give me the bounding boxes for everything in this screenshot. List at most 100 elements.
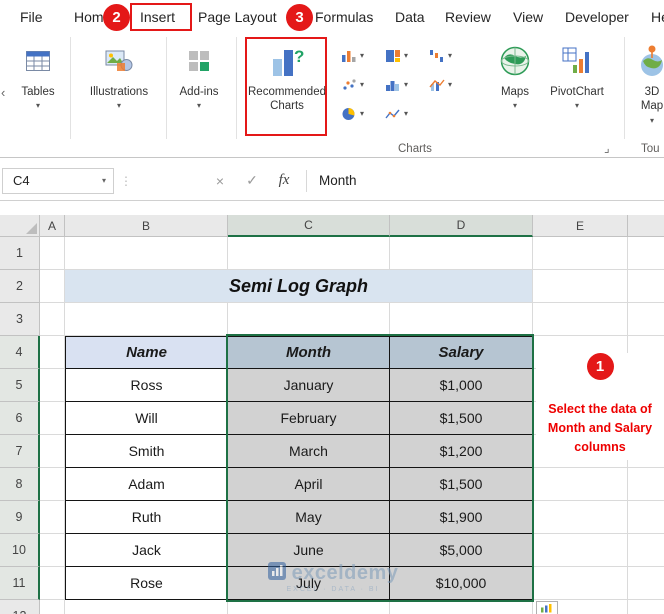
row-header-4[interactable]: 4 <box>0 336 40 369</box>
insert-waterfall-chart-button[interactable]: ▾ <box>426 41 470 70</box>
cell-salary[interactable]: $10,000 <box>390 567 533 600</box>
cell-salary[interactable]: $1,200 <box>390 435 533 468</box>
row-header-12[interactable]: 12 <box>0 600 40 614</box>
insert-hierarchy-chart-button[interactable]: ▾ <box>382 41 426 70</box>
enter-icon[interactable]: ✓ <box>236 172 268 189</box>
quick-analysis-icon[interactable] <box>536 601 558 614</box>
maps-button[interactable]: Maps ▾ <box>494 37 536 110</box>
col-header-c[interactable]: C <box>228 215 390 237</box>
cell[interactable] <box>533 567 628 600</box>
cell[interactable] <box>228 303 390 336</box>
cell-name[interactable]: Ross <box>65 369 228 402</box>
cell[interactable] <box>40 369 65 402</box>
cell[interactable] <box>390 600 533 614</box>
insert-scatter-chart-button[interactable]: ▾ <box>338 70 382 99</box>
row-header-3[interactable]: 3 <box>0 303 40 336</box>
title-cell[interactable]: Semi Log Graph <box>65 270 533 303</box>
cell-month[interactable]: June <box>228 534 390 567</box>
name-box[interactable]: C4 ▾ <box>2 167 114 194</box>
cell[interactable] <box>40 237 65 270</box>
cell-name[interactable]: Rose <box>65 567 228 600</box>
select-all-corner[interactable] <box>0 215 40 237</box>
cell[interactable] <box>40 567 65 600</box>
formula-bar-content[interactable]: Month <box>319 173 357 188</box>
row-header-2[interactable]: 2 <box>0 270 40 303</box>
row-header-7[interactable]: 7 <box>0 435 40 468</box>
cell-salary[interactable]: $1,900 <box>390 501 533 534</box>
name-box-splitter-icon[interactable]: ⋮ <box>120 174 132 188</box>
pivotchart-button[interactable]: PivotChart ▾ <box>541 37 613 110</box>
row-header-6[interactable]: 6 <box>0 402 40 435</box>
cell[interactable] <box>40 270 65 303</box>
cell[interactable] <box>40 435 65 468</box>
col-header-f[interactable] <box>628 215 664 237</box>
header-cell-salary[interactable]: Salary <box>390 336 533 369</box>
cell[interactable] <box>628 270 664 303</box>
tab-developer[interactable]: Developer <box>565 9 629 25</box>
cell[interactable] <box>228 600 390 614</box>
cell[interactable] <box>533 270 628 303</box>
cell[interactable] <box>628 600 664 614</box>
tab-view[interactable]: View <box>513 9 543 25</box>
row-header-11[interactable]: 11 <box>0 567 40 600</box>
tab-help[interactable]: Help <box>651 9 664 25</box>
cell[interactable] <box>628 303 664 336</box>
insert-statistic-chart-button[interactable]: ▾ <box>382 70 426 99</box>
insert-pie-chart-button[interactable]: ▾ <box>338 99 382 128</box>
cell-name[interactable]: Will <box>65 402 228 435</box>
cell[interactable] <box>40 534 65 567</box>
col-header-b[interactable]: B <box>65 215 228 237</box>
cell-salary[interactable]: $1,000 <box>390 369 533 402</box>
row-header-9[interactable]: 9 <box>0 501 40 534</box>
cell-name[interactable]: Adam <box>65 468 228 501</box>
cell-month[interactable]: April <box>228 468 390 501</box>
cell-name[interactable]: Smith <box>65 435 228 468</box>
name-box-caret-icon[interactable]: ▾ <box>102 176 106 185</box>
cell[interactable] <box>40 336 65 369</box>
row-header-10[interactable]: 10 <box>0 534 40 567</box>
cancel-icon[interactable]: × <box>204 173 236 189</box>
cell[interactable] <box>65 303 228 336</box>
cell[interactable] <box>628 468 664 501</box>
tab-formulas[interactable]: Formulas <box>315 9 373 25</box>
insert-column-bar-chart-button[interactable]: ▾ <box>338 41 382 70</box>
cell[interactable] <box>533 534 628 567</box>
cell-month[interactable]: February <box>228 402 390 435</box>
row-header-5[interactable]: 5 <box>0 369 40 402</box>
cell-month[interactable]: July <box>228 567 390 600</box>
header-cell-name[interactable]: Name <box>65 336 228 369</box>
cell-salary[interactable]: $5,000 <box>390 534 533 567</box>
ribbon-scroll-left-icon[interactable]: ‹ <box>1 85 5 100</box>
cell[interactable] <box>40 303 65 336</box>
header-cell-month[interactable]: Month <box>228 336 390 369</box>
tab-review[interactable]: Review <box>445 9 491 25</box>
cell[interactable] <box>40 402 65 435</box>
charts-dialog-launcher-icon[interactable]: ⌟ <box>604 141 610 155</box>
cell[interactable] <box>628 501 664 534</box>
insert-function-icon[interactable]: fx <box>268 172 300 189</box>
tab-file[interactable]: File <box>20 9 43 25</box>
cell[interactable] <box>40 468 65 501</box>
col-header-a[interactable]: A <box>40 215 65 237</box>
cell[interactable] <box>65 600 228 614</box>
cell-month[interactable]: March <box>228 435 390 468</box>
cell-month[interactable]: January <box>228 369 390 402</box>
3d-map-button[interactable]: 3D Map ▾ <box>632 37 664 125</box>
cell-salary[interactable]: $1,500 <box>390 402 533 435</box>
row-header-1[interactable]: 1 <box>0 237 40 270</box>
insert-combo-chart-button[interactable]: ▾ <box>426 70 470 99</box>
cell[interactable] <box>40 600 65 614</box>
cell[interactable] <box>533 468 628 501</box>
cell-month[interactable]: May <box>228 501 390 534</box>
tab-page-layout[interactable]: Page Layout <box>198 9 277 25</box>
cell[interactable] <box>628 237 664 270</box>
cell[interactable] <box>533 237 628 270</box>
col-header-d[interactable]: D <box>390 215 533 237</box>
cell-salary[interactable]: $1,500 <box>390 468 533 501</box>
insert-line-area-chart-button[interactable]: ▾ <box>382 99 426 128</box>
cell[interactable] <box>628 567 664 600</box>
cell[interactable] <box>40 501 65 534</box>
cell-name[interactable]: Ruth <box>65 501 228 534</box>
tables-button[interactable]: Tables ▾ <box>10 37 66 110</box>
cell[interactable] <box>533 303 628 336</box>
